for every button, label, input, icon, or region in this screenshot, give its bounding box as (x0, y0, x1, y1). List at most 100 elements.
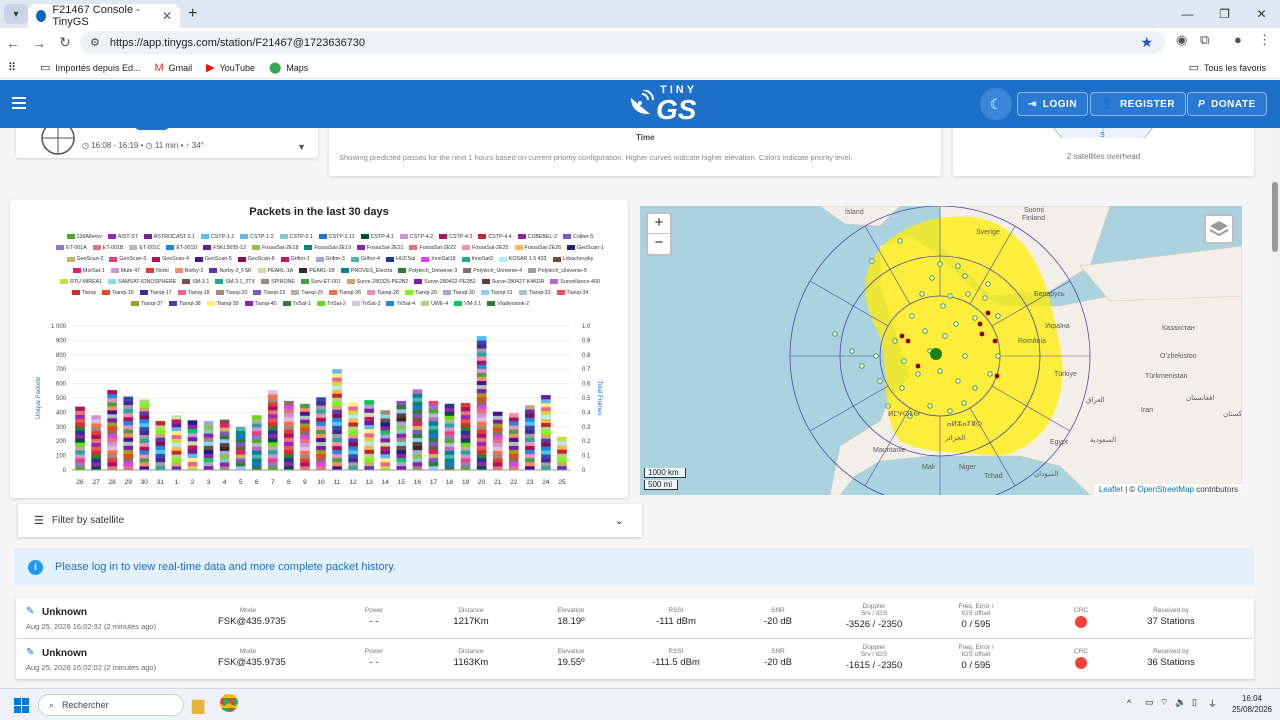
legend-item[interactable]: Tianqi-25 (291, 288, 323, 299)
legend-item[interactable]: Grifon-1 (280, 254, 310, 265)
legend-item[interactable]: CSTP-2.11 (318, 232, 355, 243)
legend-item[interactable]: Tianqi (71, 288, 96, 299)
bookmark-youtube[interactable]: ▶ YouTube (206, 61, 255, 74)
page-scrollbar[interactable] (1270, 128, 1280, 688)
legend-item[interactable]: Tianqi-37 (130, 299, 163, 310)
reload-button[interactable]: ↻ (52, 34, 78, 51)
legend-item[interactable]: Tianqi-38 (168, 299, 201, 310)
osm-link[interactable]: OpenStreetMap (1137, 485, 1193, 494)
legend-item[interactable]: InnoSat18 (421, 254, 456, 265)
windows-start-icon[interactable] (14, 698, 29, 713)
legend-item[interactable]: CSTP-4.4 (478, 232, 512, 243)
register-button[interactable]: 👤 REGISTER (1090, 92, 1187, 116)
legend-item[interactable]: 236Alferov (66, 232, 102, 243)
back-button[interactable]: ← (0, 35, 26, 51)
packet-row[interactable]: ✎ Unknown Aug 25, 2026 16:02:32 (2 minut… (16, 598, 1254, 638)
legend-item[interactable]: CSTP-1.1 (201, 232, 234, 243)
legend-item[interactable]: FossaSat-2E21 (356, 243, 403, 254)
bar[interactable] (267, 390, 278, 471)
bar[interactable] (139, 399, 150, 471)
filter-by-satellite[interactable]: ☰ Filter by satellite ⌄ (18, 504, 642, 537)
legend-item[interactable]: VM-3.1 (454, 299, 481, 310)
legend-item[interactable]: Tianqi-29 (404, 288, 437, 299)
zoom-out-button[interactable]: − (648, 234, 670, 252)
minimize-button[interactable]: — (1169, 0, 1206, 28)
legend-item[interactable]: FossaSat-2E22 (409, 243, 456, 254)
legend-item[interactable]: AIST-ST (107, 232, 138, 243)
legend-item[interactable]: ASTROCAST 0.1 (143, 232, 195, 243)
legend-item[interactable]: PROVES_Electra (340, 266, 392, 277)
legend-item[interactable]: GeoScan-3 (109, 254, 146, 265)
bar[interactable] (508, 413, 519, 471)
legend-item[interactable]: Lobachevsky (552, 254, 593, 265)
close-tab-icon[interactable]: ✕ (162, 9, 172, 23)
bar[interactable] (332, 369, 342, 471)
scrollbar-thumb[interactable] (1272, 182, 1278, 252)
legend-item[interactable]: FossaSat-2E19 (304, 243, 351, 254)
legend-item[interactable]: Tianqi-28 (367, 288, 399, 299)
legend-item[interactable]: Polytech_Universe-3 (398, 266, 457, 277)
legend-item[interactable]: Polytech_Universe-5 (528, 266, 587, 277)
legend-item[interactable]: FossaSat-2E25 (461, 243, 509, 254)
bookmark-imported[interactable]: ▭ Importés depuis Ed... (40, 61, 140, 74)
power-plug-icon[interactable]: ⏚ (1208, 697, 1217, 710)
legend-item[interactable]: Grifon-3 (315, 254, 345, 265)
legend-item[interactable]: CSTP-2.1 (279, 232, 313, 243)
legend-item[interactable]: SAMSAT-IONOSPHERE (108, 277, 176, 288)
bar[interactable] (364, 400, 375, 471)
login-button[interactable]: ⇥ LOGIN (1017, 92, 1089, 116)
legend-item[interactable]: Tianqi-17 (139, 288, 172, 299)
taskbar-clock[interactable]: 16:04 25/08/2026 (1232, 693, 1272, 715)
bar[interactable] (171, 415, 182, 471)
volume-icon[interactable]: 🔈 (1175, 697, 1186, 708)
legend-item[interactable]: KOSAR 1.5 433 (498, 254, 547, 265)
legend-item[interactable]: GeoScan-6 (237, 254, 275, 265)
legend-item[interactable]: GeoScan-1 (567, 243, 604, 254)
next-pass-card[interactable]: ◷ 16:08 - 16:19 • ◷ 11 min • ↑ 34° ▼ (16, 128, 318, 158)
legend-item[interactable]: CUBEBEL-2 (517, 232, 557, 243)
stations-map[interactable]: Ísland Sverige Suomi Finland Беларусь Україна… (640, 206, 1242, 495)
layers-button[interactable] (1204, 214, 1234, 244)
legend-item[interactable]: ET-001B (92, 243, 123, 254)
legend-item[interactable]: Tianqi-18 (177, 288, 210, 299)
legend-item[interactable]: TriSat-1 (282, 299, 311, 310)
bar[interactable] (525, 405, 535, 471)
bar[interactable] (460, 403, 471, 471)
legend-item[interactable]: Norbi (145, 266, 169, 277)
browser-tab[interactable]: F21467 Console - TinyGS ✕ (28, 4, 180, 28)
taskbar-search[interactable]: ⌕ Rechercher (38, 694, 184, 716)
legend-item[interactable]: FossaSat-2E18 (251, 243, 298, 254)
expand-chevron-icon[interactable]: ▼ (297, 142, 306, 152)
legend-item[interactable]: SM-3.1_2TX (215, 277, 255, 288)
legend-item[interactable]: Tianqi-31 (480, 288, 513, 299)
bar[interactable] (235, 426, 246, 471)
bar[interactable] (557, 436, 567, 471)
legend-item[interactable]: MorSat-1 (73, 266, 105, 277)
extension-icon[interactable]: ◉ (1176, 32, 1187, 48)
profile-avatar[interactable]: ● (1234, 32, 1242, 47)
legend-item[interactable]: Polytech_Universe-4 (463, 266, 522, 277)
battery-icon[interactable]: ▯ (1192, 697, 1197, 708)
browser-menu-icon[interactable]: ⋮ (1258, 32, 1271, 48)
bookmark-star-icon[interactable]: ★ (1140, 34, 1153, 51)
legend-item[interactable]: Tianqi-20 (215, 288, 247, 299)
legend-item[interactable]: SM-3.1 (182, 277, 209, 288)
legend-item[interactable]: ET-001C (129, 243, 160, 254)
legend-item[interactable]: Surv-ET-001 (300, 277, 341, 288)
legend-item[interactable]: TriSat-4 (386, 299, 415, 310)
legend-item[interactable]: TriSat-2 (317, 299, 346, 310)
legend-item[interactable]: Surve-280325-PE2B2 (346, 277, 408, 288)
bar[interactable] (492, 411, 503, 471)
zoom-in-button[interactable]: + (648, 214, 670, 234)
legend-item[interactable]: PEARL-1B (299, 266, 335, 277)
legend-item[interactable]: GeoScan-2 (66, 254, 103, 265)
menu-icon[interactable] (12, 97, 26, 109)
bar[interactable] (75, 406, 85, 471)
bar[interactable] (316, 397, 326, 471)
legend-item[interactable]: Tianqi-34 (556, 288, 588, 299)
bar[interactable] (300, 403, 310, 471)
bar[interactable] (444, 403, 455, 471)
wifi-icon[interactable]: ⌔ (1160, 697, 1168, 708)
bookmark-gmail[interactable]: M Gmail (154, 62, 192, 74)
legend-item[interactable]: Surveillance-400 (550, 277, 600, 288)
